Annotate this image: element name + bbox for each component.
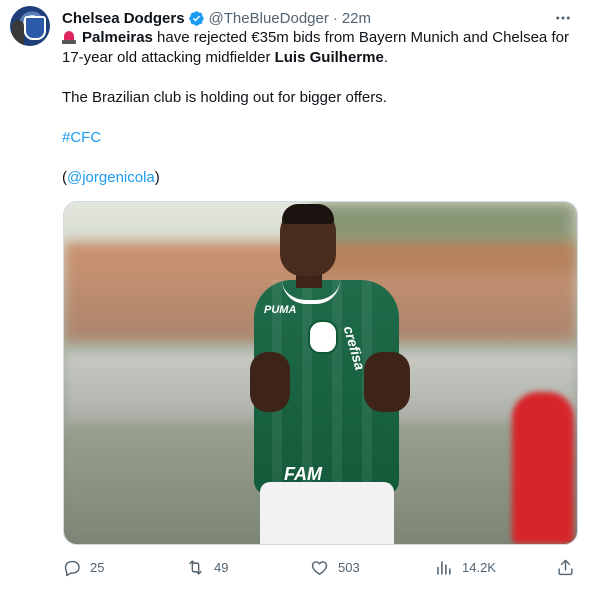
reply-count: 25 xyxy=(90,559,105,575)
tweet-media-image[interactable]: crefisa PUMA FAM xyxy=(63,201,578,545)
mention-link[interactable]: @jorgenicola xyxy=(67,169,155,186)
player-name: Luis Guilherme xyxy=(274,49,384,66)
hashtag-text[interactable]: #CFC xyxy=(62,129,101,146)
mention-line: (@jorgenicola) xyxy=(62,168,574,188)
mention-close-paren: ) xyxy=(154,169,160,186)
analytics-icon xyxy=(437,560,451,575)
like-count: 503 xyxy=(338,559,360,575)
tweet-paragraph-2: The Brazilian club is holding out for bi… xyxy=(62,89,387,106)
hashtag-link[interactable]: #CFC xyxy=(62,128,574,148)
share-icon xyxy=(558,559,573,575)
retweet-count: 49 xyxy=(214,559,229,575)
shirt-brand: PUMA xyxy=(264,304,297,316)
author-avatar[interactable] xyxy=(10,6,50,46)
like-button[interactable]: 503 xyxy=(310,555,360,579)
separator-dot: · xyxy=(332,9,338,27)
retweet-button[interactable]: 49 xyxy=(186,555,228,579)
opponent-player xyxy=(512,392,574,544)
view-count: 14.2K xyxy=(462,559,496,575)
reply-button[interactable]: 25 xyxy=(62,555,104,579)
tweet-header: Chelsea Dodgers @TheBlueDodger · 22m xyxy=(62,8,573,28)
views-button[interactable]: 14.2K xyxy=(434,555,496,579)
more-options-icon[interactable] xyxy=(553,8,573,28)
tweet-actions-bar: 25 49 503 14.2K xyxy=(62,555,582,579)
club-name: Palmeiras xyxy=(82,29,153,46)
club-crest-icon xyxy=(308,320,338,354)
tweet-line-1: Palmeiras have rejected €35m bids from B… xyxy=(62,28,574,68)
police-car-light-icon xyxy=(62,30,76,44)
verified-badge-icon xyxy=(188,10,205,27)
player-hair xyxy=(282,204,334,224)
retweet-icon xyxy=(189,559,202,575)
tweet-text: Palmeiras have rejected €35m bids from B… xyxy=(62,28,574,188)
player-right-arm xyxy=(364,352,410,412)
author-handle[interactable]: @TheBlueDodger xyxy=(209,10,329,27)
avatar-crest xyxy=(24,16,46,40)
heart-icon xyxy=(311,560,328,575)
avatar-person xyxy=(12,20,24,46)
reply-icon xyxy=(64,560,80,576)
share-button[interactable] xyxy=(556,555,584,579)
tweet-timestamp[interactable]: 22m xyxy=(342,10,371,27)
author-name[interactable]: Chelsea Dodgers xyxy=(62,10,185,27)
player-left-arm xyxy=(250,352,290,412)
player-shorts xyxy=(260,482,394,544)
tweet-line-1-end: . xyxy=(383,49,388,66)
